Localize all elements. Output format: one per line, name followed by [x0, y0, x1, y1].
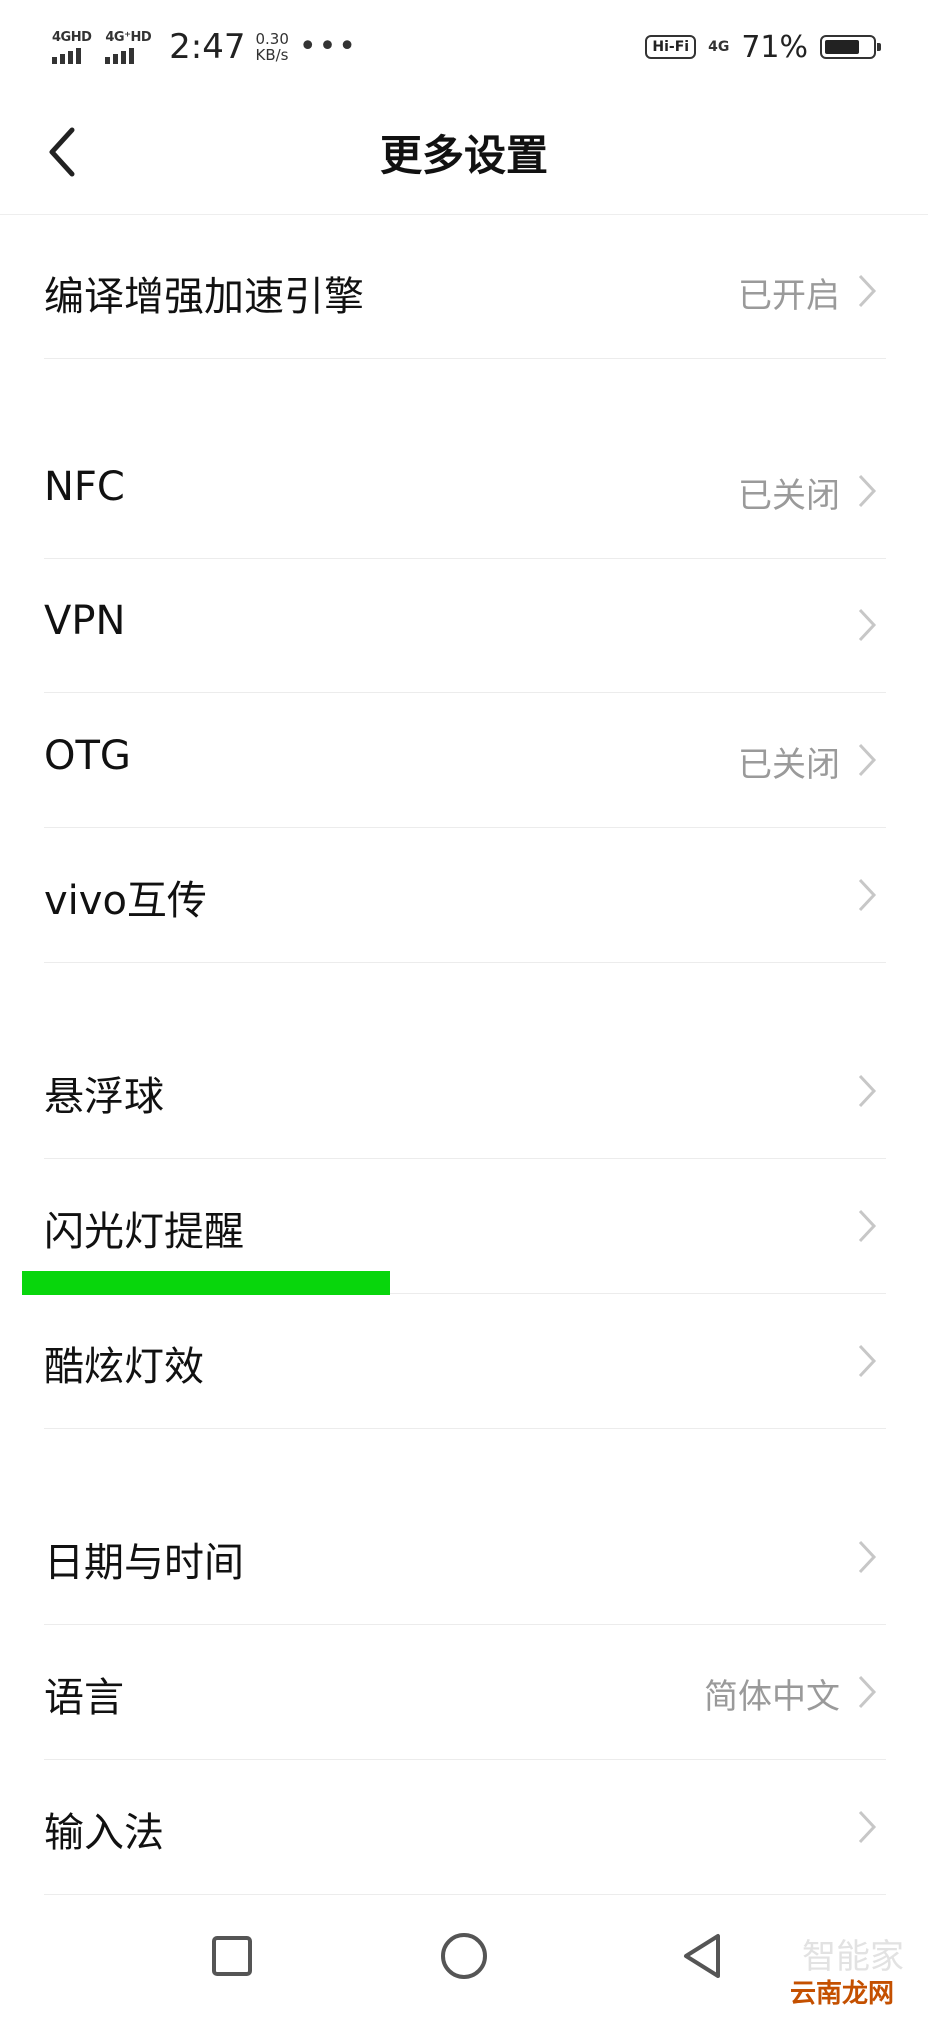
- speed-unit: KB/s: [255, 46, 289, 64]
- chevron-right-icon: [858, 274, 877, 308]
- watermark-ghost-text: 智能家: [802, 1937, 904, 1977]
- speed-value: 0.30: [255, 30, 289, 48]
- mobile-data-icon: 4G: [708, 39, 730, 55]
- chevron-right-icon: [858, 1344, 877, 1378]
- chevron-right-icon: [858, 878, 877, 912]
- setting-row-vivo-share[interactable]: vivo互传: [44, 828, 886, 963]
- row-label: 语言: [44, 1675, 124, 1721]
- hifi-icon: Hi-Fi: [645, 35, 697, 59]
- setting-row-date-time[interactable]: 日期与时间: [44, 1490, 886, 1625]
- setting-row-floating-ball[interactable]: 悬浮球: [44, 1024, 886, 1159]
- row-value: 已关闭: [738, 476, 840, 516]
- battery-percent: 71%: [741, 29, 808, 65]
- row-label: 悬浮球: [44, 1074, 164, 1120]
- setting-row-compile-boost[interactable]: 编译增强加速引擎 已开启: [44, 224, 886, 359]
- setting-row-otg[interactable]: OTG 已关闭: [44, 693, 886, 828]
- setting-row-language[interactable]: 语言 简体中文: [44, 1625, 886, 1760]
- back-nav-button[interactable]: [674, 1926, 734, 1986]
- setting-row-cool-light-effect[interactable]: 酷炫灯效: [44, 1294, 886, 1429]
- row-label: NFC: [44, 464, 125, 510]
- sim1-signal-icon: 4GHD: [52, 29, 92, 64]
- page-title: 更多设置: [379, 131, 548, 180]
- chevron-right-icon: [858, 743, 877, 777]
- row-value: 已关闭: [738, 745, 840, 785]
- status-bar: 4GHD 4G⁺HD 2:47 0.30 KB/s ••• Hi-Fi 4G 7…: [0, 0, 928, 92]
- setting-row-input-method[interactable]: 输入法: [44, 1760, 886, 1895]
- recents-button[interactable]: [202, 1926, 262, 1986]
- chevron-right-icon: [858, 1675, 877, 1709]
- chevron-right-icon: [858, 1540, 877, 1574]
- chevron-right-icon: [858, 1209, 877, 1243]
- chevron-right-icon: [858, 1074, 877, 1108]
- watermark-logo: 云南龙网: [789, 1979, 894, 2009]
- triangle-back-icon: [684, 1934, 720, 1978]
- row-label: 输入法: [44, 1810, 164, 1856]
- app-header: 更多设置: [0, 92, 928, 215]
- clock: 2:47: [169, 27, 246, 67]
- row-label: 酷炫灯效: [44, 1344, 204, 1390]
- chevron-right-icon: [858, 608, 877, 642]
- sim2-signal-icon: 4G⁺HD: [105, 29, 152, 64]
- setting-row-nfc[interactable]: NFC 已关闭: [44, 424, 886, 559]
- row-label: OTG: [44, 733, 131, 779]
- system-nav-bar: 智能家 云南龙网: [0, 1890, 928, 2020]
- setting-row-vpn[interactable]: VPN: [44, 558, 886, 693]
- network-speed: 0.30 KB/s: [256, 31, 289, 63]
- battery-icon: [820, 35, 881, 59]
- circle-icon: [441, 1933, 487, 1979]
- chevron-right-icon: [858, 1810, 877, 1844]
- chevron-right-icon: [858, 474, 877, 508]
- row-label: 闪光灯提醒: [44, 1209, 244, 1255]
- row-label: vivo互传: [44, 878, 207, 924]
- sim1-label: 4GHD: [52, 29, 92, 45]
- highlight-underline: [22, 1271, 390, 1295]
- square-icon: [212, 1936, 252, 1976]
- row-value: 已开启: [738, 276, 840, 316]
- row-label: 日期与时间: [44, 1540, 244, 1586]
- home-button[interactable]: [434, 1926, 494, 1986]
- row-value: 简体中文: [704, 1677, 840, 1717]
- more-notifications-icon: •••: [298, 29, 358, 64]
- row-label: VPN: [44, 598, 126, 644]
- sim2-label: 4G⁺HD: [105, 29, 152, 45]
- row-label: 编译增强加速引擎: [44, 274, 364, 320]
